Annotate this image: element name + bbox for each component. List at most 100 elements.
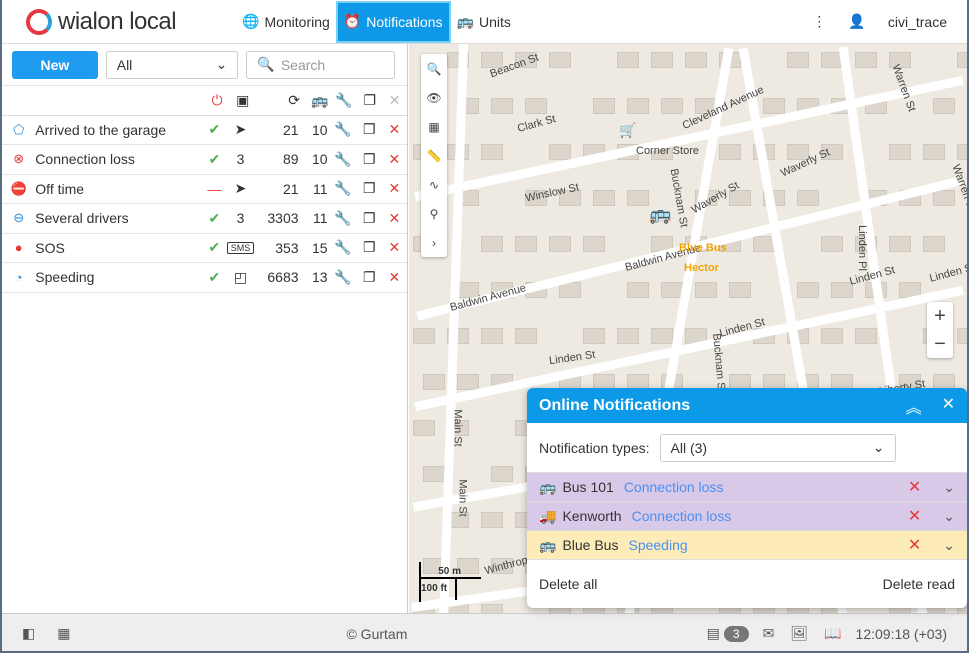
notification-name[interactable]: Several drivers (29, 210, 201, 226)
delete-icon[interactable]: ✕ (382, 269, 407, 286)
user-icon[interactable]: 👤 (848, 13, 865, 30)
zoom-controls: + − (927, 302, 953, 358)
copy-icon[interactable]: ❐ (357, 121, 382, 138)
notification-type-link[interactable]: Connection loss (624, 479, 724, 495)
copy-icon[interactable]: ❐ (357, 151, 382, 168)
notification-type-link[interactable]: Connection loss (632, 508, 732, 524)
wrench-icon[interactable]: 🔧 (330, 239, 357, 256)
geofence-icon: ⬠ (12, 121, 25, 137)
more-menu-icon[interactable]: ⋮ (812, 13, 826, 30)
unit-icon: 🚌 (539, 478, 557, 495)
chevron-down-icon[interactable]: ⌄ (943, 537, 955, 554)
panel-toggle-icon[interactable]: ◧ (22, 625, 35, 642)
check-icon[interactable]: ✔ (202, 269, 227, 286)
store-icon: 🛒 (619, 122, 637, 138)
geofence-icon[interactable]: ⚲ (421, 199, 447, 228)
notification-type-link[interactable]: Speeding (628, 537, 687, 553)
check-icon[interactable]: ✔ (202, 151, 227, 168)
table-row[interactable]: ● SOS ✔ SMS 353 15 🔧 ❐ ✕ (0, 234, 407, 263)
eye-icon[interactable]: 👁 (421, 83, 447, 112)
copy-icon[interactable]: ❐ (357, 269, 382, 286)
units-count: 15 (312, 239, 328, 256)
wrench-icon[interactable]: 🔧 (330, 210, 357, 227)
building (481, 328, 503, 344)
username[interactable]: civi_trace (888, 14, 947, 30)
notification-count[interactable]: 3 (723, 625, 749, 642)
book-icon[interactable]: 📖 (824, 625, 841, 642)
table-row[interactable]: ⊗ Connection loss ✔ 3 89 10 🔧 ❐ ✕ (0, 145, 407, 175)
notification-types-select[interactable]: All (3) ⌄ (659, 433, 896, 462)
refresh-icon[interactable]: ⟳ (256, 92, 300, 109)
notifications-icon[interactable]: ▤ (707, 625, 720, 642)
delete-icon[interactable]: ✕ (382, 210, 407, 227)
delete-all-icon[interactable]: ✕ (382, 92, 407, 109)
notification-name[interactable]: Connection loss (29, 151, 201, 167)
delete-icon[interactable]: ✕ (908, 477, 921, 497)
table-row[interactable]: ⬠ Arrived to the garage ✔ ➤ 21 10 🔧 ❐ ✕ (0, 116, 407, 145)
new-button[interactable]: New (12, 50, 98, 79)
wrench-icon[interactable]: 🔧 (330, 180, 357, 197)
delete-all-link[interactable]: Delete all (539, 576, 597, 592)
table-row[interactable]: ◔ Speeding ✔ ◰ 6683 13 🔧 ❐ ✕ (0, 263, 407, 293)
ruler-icon[interactable]: 📏 (421, 141, 447, 170)
nav-monitoring[interactable]: 🌐 Monitoring (236, 0, 336, 44)
delete-icon[interactable]: ✕ (382, 151, 407, 168)
delete-icon[interactable]: ✕ (382, 239, 407, 256)
notification-name[interactable]: Speeding (29, 269, 201, 285)
delete-read-link[interactable]: Delete read (883, 576, 955, 592)
wrench-icon[interactable]: 🔧 (330, 151, 357, 168)
check-icon[interactable]: ✔ (202, 210, 227, 227)
unit-name: Blue Bus (562, 537, 619, 553)
online-notification-item[interactable]: 🚌 Bus 101 Connection loss ✕ ⌄ (527, 473, 967, 502)
wrench-icon[interactable]: 🔧 (330, 269, 357, 286)
close-icon[interactable]: ✕ (942, 394, 955, 418)
wrench-icon[interactable]: 🔧 (330, 121, 357, 138)
table-row[interactable]: ⊖ Several drivers ✔ 3 3303 11 🔧 ❐ ✕ (0, 204, 407, 234)
search-icon[interactable]: 🔍 (421, 54, 447, 83)
route-icon[interactable]: ∿ (421, 170, 447, 199)
zoom-in-button[interactable]: + (927, 302, 953, 330)
chevron-right-icon[interactable]: › (421, 228, 447, 257)
online-notification-item[interactable]: 🚌 Blue Bus Speeding ✕ ⌄ (527, 531, 967, 560)
notification-name[interactable]: Arrived to the garage (29, 122, 201, 138)
building (821, 236, 843, 252)
check-icon[interactable]: ✔ (202, 121, 227, 138)
building (661, 98, 683, 114)
action-icon[interactable]: ▣ (229, 92, 256, 109)
zoom-out-button[interactable]: − (927, 330, 953, 358)
notification-name[interactable]: SOS (29, 240, 201, 256)
table-row[interactable]: ⛔ Off time — ➤ 21 11 🔧 ❐ ✕ (0, 175, 407, 204)
chevron-down-icon[interactable]: ⌄ (943, 508, 955, 525)
delete-icon[interactable]: ✕ (908, 506, 921, 526)
building (627, 282, 649, 298)
delete-icon[interactable]: ✕ (908, 535, 921, 555)
unit-icon: 🚚 (539, 507, 557, 524)
grid-icon[interactable]: ▦ (57, 625, 70, 642)
copy-icon[interactable]: ❐ (357, 239, 382, 256)
collapse-icon[interactable]: ︽ (906, 394, 922, 418)
delete-icon[interactable]: ✕ (382, 121, 407, 138)
logo: wialon local (0, 8, 236, 36)
nav-units[interactable]: 🚌 Units (451, 0, 517, 44)
wrench-icon[interactable]: 🔧 (331, 92, 358, 109)
unit-icon[interactable]: 🚌 (300, 92, 331, 109)
delete-icon[interactable]: ✕ (382, 180, 407, 197)
nav-notifications[interactable]: ⏰ Notifications (335, 0, 451, 43)
filter-select[interactable]: All ⌄ (105, 50, 239, 79)
copy-icon[interactable]: ❐ (357, 180, 382, 197)
notification-name[interactable]: Off time (29, 181, 201, 197)
messages-icon[interactable]: ✉ (763, 625, 775, 642)
table-header: ⏻ ▣ ⟳ 🚌 🔧 ❐ ✕ (0, 86, 407, 116)
map-layers-icon[interactable]: ▦ (421, 112, 447, 141)
online-notification-item[interactable]: 🚚 Kenworth Connection loss ✕ ⌄ (527, 502, 967, 531)
copy-icon[interactable]: ❐ (357, 210, 382, 227)
copy-icon[interactable]: ❐ (357, 92, 382, 109)
image-icon[interactable]: 🖼 (790, 625, 808, 642)
search-input[interactable]: 🔍 Search (246, 50, 395, 79)
chevron-down-icon[interactable]: ⌄ (943, 479, 955, 496)
disabled-icon[interactable]: — (202, 181, 227, 197)
power-icon[interactable]: ⏻ (205, 92, 230, 109)
check-icon[interactable]: ✔ (202, 239, 227, 256)
units-count: 13 (311, 269, 328, 286)
blue-bus-marker[interactable]: 🚌 (649, 204, 671, 225)
